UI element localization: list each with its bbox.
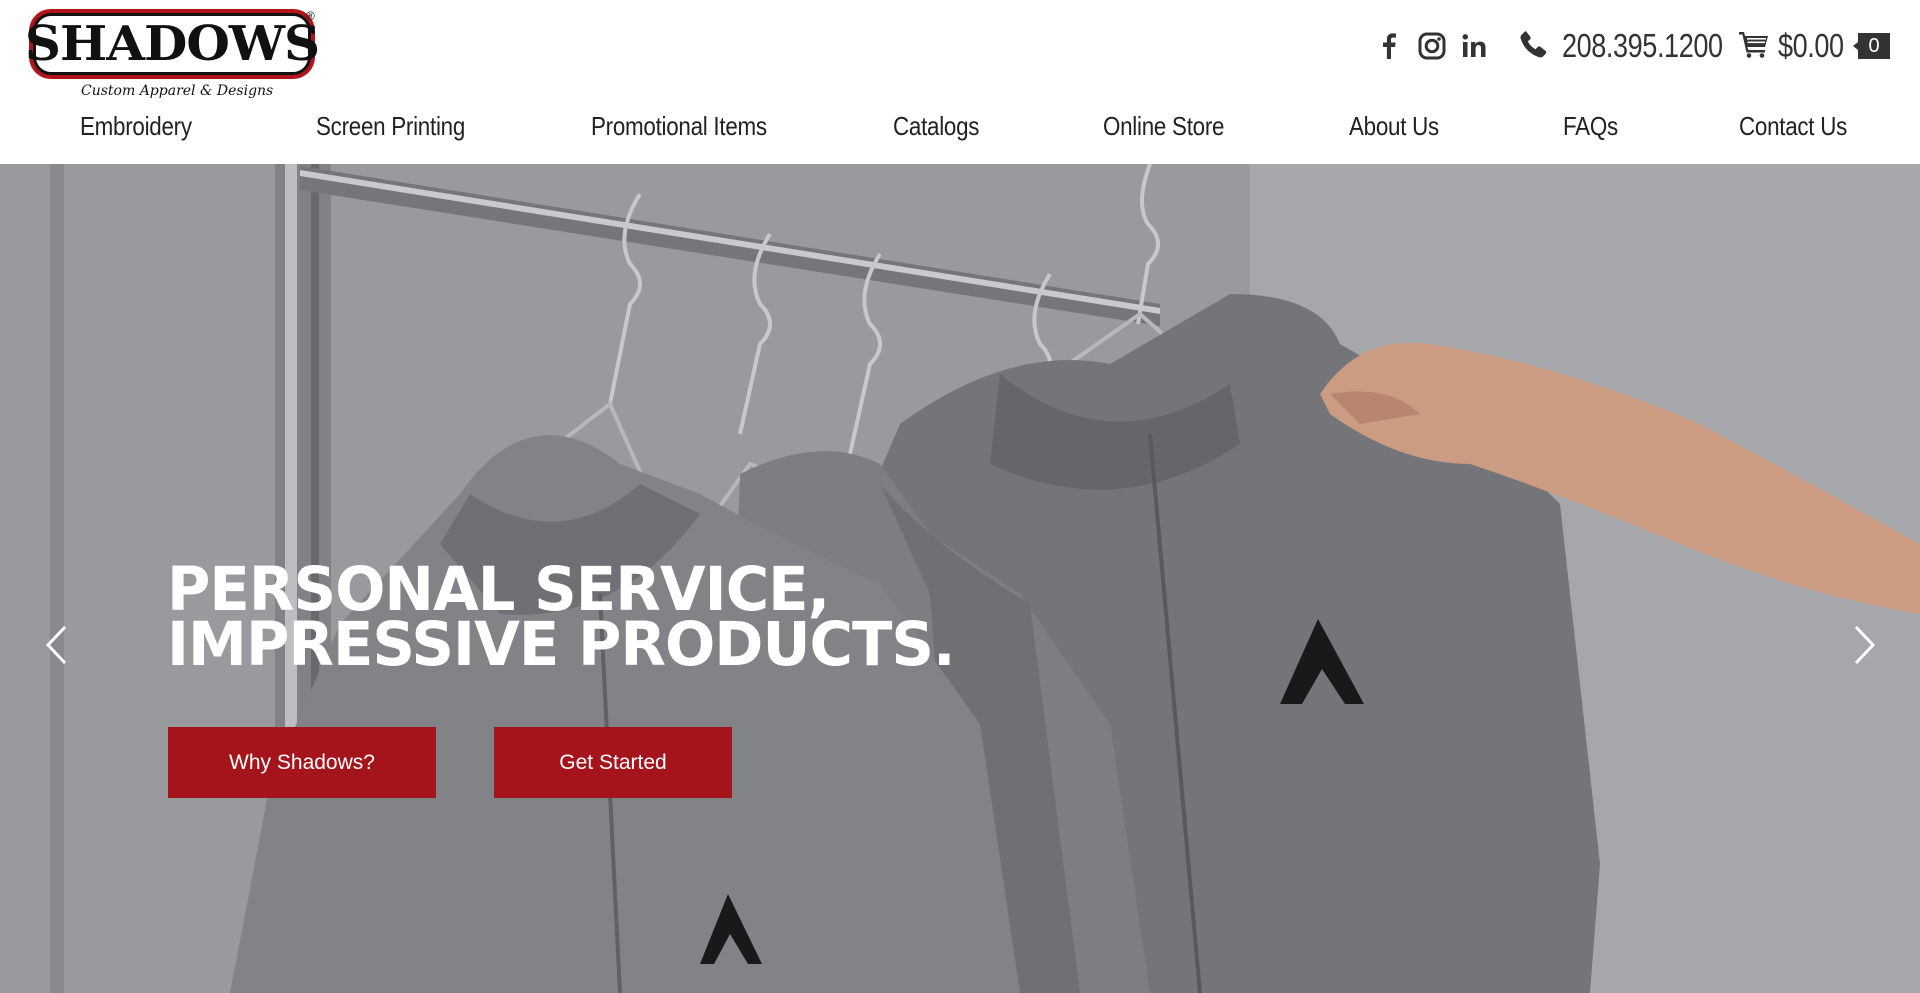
- nav-item-screen-printing[interactable]: Screen Printing: [316, 104, 465, 148]
- slider-prev-button[interactable]: [36, 620, 76, 670]
- main-navigation: Embroidery Screen Printing Promotional I…: [0, 104, 1920, 148]
- cart-icon[interactable]: [1738, 30, 1770, 63]
- linkedin-icon[interactable]: [1460, 31, 1490, 61]
- phone-number-link[interactable]: 208.395.1200: [1562, 27, 1723, 65]
- site-logo[interactable]: SHADOWS ® Custom Apparel & Designs: [25, 9, 320, 99]
- nav-item-faqs[interactable]: FAQs: [1563, 104, 1618, 148]
- nav-item-catalogs[interactable]: Catalogs: [893, 104, 979, 148]
- chevron-right-icon: [1854, 625, 1876, 665]
- hero-slider: PERSONAL SERVICE, IMPRESSIVE PRODUCTS. W…: [0, 164, 1920, 993]
- nav-item-contact-us[interactable]: Contact Us: [1739, 104, 1847, 148]
- cart-total[interactable]: $0.00: [1778, 27, 1844, 65]
- facebook-icon[interactable]: [1374, 31, 1404, 61]
- nav-item-embroidery[interactable]: Embroidery: [80, 104, 192, 148]
- logo-badge: SHADOWS: [25, 9, 320, 79]
- hero-headline-line-2: IMPRESSIVE PRODUCTS.: [167, 609, 955, 680]
- chevron-left-icon: [45, 625, 67, 665]
- cart-count-badge: 0: [1853, 33, 1890, 59]
- nav-item-promotional-items[interactable]: Promotional Items: [591, 104, 767, 148]
- nav-item-about-us[interactable]: About Us: [1349, 104, 1439, 148]
- site-header: SHADOWS ® Custom Apparel & Designs 208.3…: [0, 0, 1920, 164]
- logo-tagline: Custom Apparel & Designs: [81, 83, 274, 99]
- why-shadows-button[interactable]: Why Shadows?: [168, 727, 436, 798]
- registered-mark: ®: [306, 9, 315, 23]
- get-started-button[interactable]: Get Started: [494, 727, 732, 798]
- slider-next-button[interactable]: [1845, 620, 1885, 670]
- phone-icon: [1520, 30, 1548, 63]
- logo-wordmark: SHADOWS: [24, 15, 320, 72]
- nav-item-online-store[interactable]: Online Store: [1103, 104, 1224, 148]
- instagram-icon[interactable]: [1417, 31, 1447, 61]
- utility-bar: 208.395.1200 $0.00 0: [1374, 24, 1890, 68]
- hero-headline: PERSONAL SERVICE, IMPRESSIVE PRODUCTS.: [167, 559, 979, 680]
